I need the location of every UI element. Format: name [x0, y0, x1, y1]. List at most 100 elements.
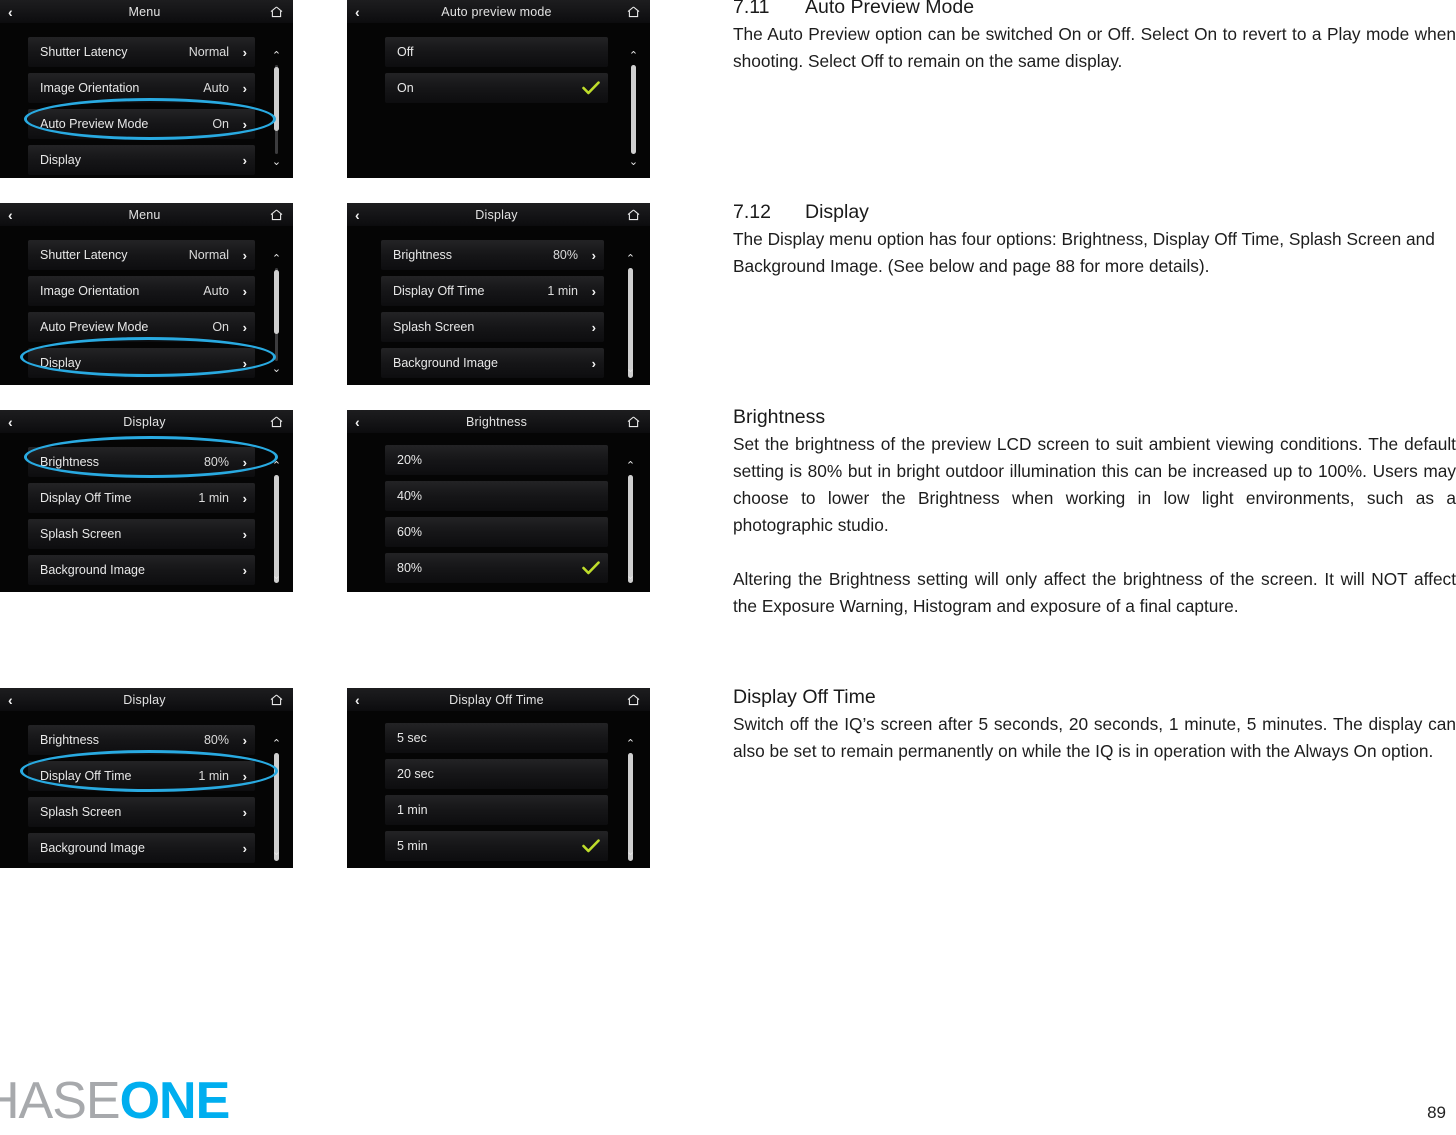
back-chevron-icon[interactable]: ‹: [355, 5, 369, 19]
logo-light-text: HASE: [0, 1072, 121, 1130]
scroll-up-icon[interactable]: ⌃: [270, 461, 283, 472]
scrollbar-thumb[interactable]: [274, 67, 279, 131]
menu-row-background-image[interactable]: Background Image ›: [381, 348, 604, 378]
row-label: Display: [40, 153, 81, 167]
menu-row-display-off-time[interactable]: Display Off Time 1 min ›: [28, 761, 255, 791]
menu-row-display-off-time[interactable]: Display Off Time 1 min ›: [28, 483, 255, 513]
back-chevron-icon[interactable]: ‹: [8, 208, 22, 222]
scrollbar[interactable]: ⌃ ⌄: [272, 739, 281, 861]
scroll-down-icon[interactable]: ⌄: [270, 847, 283, 858]
menu-row-brightness[interactable]: Brightness 80% ›: [28, 725, 255, 755]
scrollbar[interactable]: ⌃ ⌄: [626, 461, 635, 583]
option-row-80[interactable]: 80%: [385, 553, 608, 583]
menu-row-image-orientation[interactable]: Image Orientation Auto ›: [28, 276, 255, 306]
screenshot-menu-auto-preview: ‹ Menu ‹ Shutter Latency Normal › Image …: [0, 0, 293, 178]
scroll-up-icon[interactable]: ⌃: [624, 254, 637, 265]
row-label: 5 min: [397, 839, 428, 853]
menu-row-display[interactable]: Display ›: [28, 145, 255, 175]
option-row-20[interactable]: 20%: [385, 445, 608, 475]
scroll-up-icon[interactable]: ⌃: [270, 51, 283, 62]
home-icon[interactable]: [267, 209, 285, 221]
scrollbar[interactable]: ⌃ ⌄: [272, 254, 281, 375]
back-chevron-icon[interactable]: ‹: [8, 415, 22, 429]
scroll-down-icon[interactable]: ⌄: [624, 364, 637, 375]
option-row-off[interactable]: Off: [385, 37, 608, 67]
screen-title: Brightness: [465, 414, 528, 429]
row-label: Display Off Time: [40, 491, 132, 505]
menu-row-brightness[interactable]: Brightness 80% ›: [381, 240, 604, 270]
scrollbar[interactable]: ⌃ ⌄: [629, 51, 638, 168]
row-label: Brightness: [40, 733, 100, 747]
row-label: Background Image: [40, 841, 145, 855]
option-row-5sec[interactable]: 5 sec: [385, 723, 608, 753]
menu-row-background-image[interactable]: Background Image ›: [28, 833, 255, 863]
scrollbar[interactable]: ⌃ ⌄: [626, 254, 635, 378]
menu-row-splash-screen[interactable]: Splash Screen ›: [28, 797, 255, 827]
scrollbar[interactable]: ⌃ ⌄: [626, 739, 635, 861]
menu-row-shutter-latency[interactable]: Shutter Latency Normal ›: [28, 37, 255, 67]
section-display-off-time: Display Off Time Switch off the IQ’s scr…: [733, 686, 1456, 765]
home-icon[interactable]: [267, 694, 285, 706]
back-chevron-icon[interactable]: ‹: [8, 693, 22, 707]
screen-title: Auto preview mode: [441, 4, 552, 19]
phaseone-logo: HASEONE: [0, 1072, 230, 1130]
menu-row-shutter-latency[interactable]: Shutter Latency Normal ›: [28, 240, 255, 270]
scroll-down-icon[interactable]: ⌄: [270, 157, 283, 168]
menu-row-background-image[interactable]: Background Image ›: [28, 555, 255, 585]
scrollbar-thumb[interactable]: [628, 268, 633, 378]
scrollbar[interactable]: ⌃ ⌄: [272, 51, 281, 168]
scrollbar-thumb[interactable]: [274, 753, 279, 861]
row-label: 5 sec: [397, 731, 427, 745]
scroll-down-icon[interactable]: ⌄: [627, 157, 640, 168]
home-icon[interactable]: [267, 416, 285, 428]
scroll-down-icon[interactable]: ⌄: [270, 571, 283, 582]
option-list: 5 sec 20 sec 1 min 5 min ⌃ ⌄: [347, 711, 650, 868]
scrollbar-thumb[interactable]: [631, 65, 636, 154]
home-icon[interactable]: [267, 6, 285, 18]
screenshot-display-offtime-selected: ‹ Display ‹ Brightness 80% › Display Off…: [0, 688, 293, 868]
forward-chevron-icon: ›: [242, 768, 247, 784]
option-row-60[interactable]: 60%: [385, 517, 608, 547]
menu-row-display-off-time[interactable]: Display Off Time 1 min ›: [381, 276, 604, 306]
row-label: Display Off Time: [393, 284, 485, 298]
menu-row-brightness[interactable]: Brightness 80% ›: [28, 447, 255, 477]
home-icon[interactable]: [624, 416, 642, 428]
screen-title: Menu: [128, 4, 161, 19]
scroll-up-icon[interactable]: ⌃: [270, 739, 283, 750]
menu-row-splash-screen[interactable]: Splash Screen ›: [28, 519, 255, 549]
forward-chevron-icon: ›: [242, 283, 247, 299]
option-row-20sec[interactable]: 20 sec: [385, 759, 608, 789]
forward-chevron-icon: ›: [242, 80, 247, 96]
subsection-title: Brightness: [733, 406, 826, 428]
back-chevron-icon[interactable]: ‹: [355, 693, 369, 707]
home-icon[interactable]: [624, 6, 642, 18]
menu-row-splash-screen[interactable]: Splash Screen ›: [381, 312, 604, 342]
back-chevron-icon[interactable]: ‹: [355, 208, 369, 222]
option-row-5min[interactable]: 5 min: [385, 831, 608, 861]
scroll-down-icon[interactable]: ⌄: [270, 364, 283, 375]
section-title: Auto Preview Mode: [805, 0, 975, 18]
menu-row-auto-preview-mode[interactable]: Auto Preview Mode On ›: [28, 312, 255, 342]
scroll-up-icon[interactable]: ⌃: [270, 254, 283, 265]
back-chevron-icon[interactable]: ‹: [8, 5, 22, 19]
scrollbar-thumb[interactable]: [274, 475, 279, 583]
back-chevron-icon[interactable]: ‹: [355, 415, 369, 429]
screen-title: Display: [475, 207, 518, 222]
home-icon[interactable]: [624, 209, 642, 221]
scrollbar-thumb[interactable]: [628, 753, 633, 861]
scroll-up-icon[interactable]: ⌃: [624, 739, 637, 750]
menu-row-auto-preview-mode[interactable]: Auto Preview Mode On ›: [28, 109, 255, 139]
scroll-down-icon[interactable]: ⌄: [624, 571, 637, 582]
option-row-on[interactable]: On: [385, 73, 608, 103]
option-row-1min[interactable]: 1 min: [385, 795, 608, 825]
menu-row-image-orientation[interactable]: Image Orientation Auto ›: [28, 73, 255, 103]
scroll-down-icon[interactable]: ⌄: [624, 847, 637, 858]
home-icon[interactable]: [624, 694, 642, 706]
scrollbar[interactable]: ⌃ ⌄: [272, 461, 281, 583]
option-row-40[interactable]: 40%: [385, 481, 608, 511]
scroll-up-icon[interactable]: ⌃: [627, 51, 640, 62]
scrollbar-thumb[interactable]: [274, 270, 279, 334]
scrollbar-thumb[interactable]: [628, 475, 633, 583]
menu-row-display[interactable]: Display ›: [28, 348, 255, 378]
scroll-up-icon[interactable]: ⌃: [624, 461, 637, 472]
